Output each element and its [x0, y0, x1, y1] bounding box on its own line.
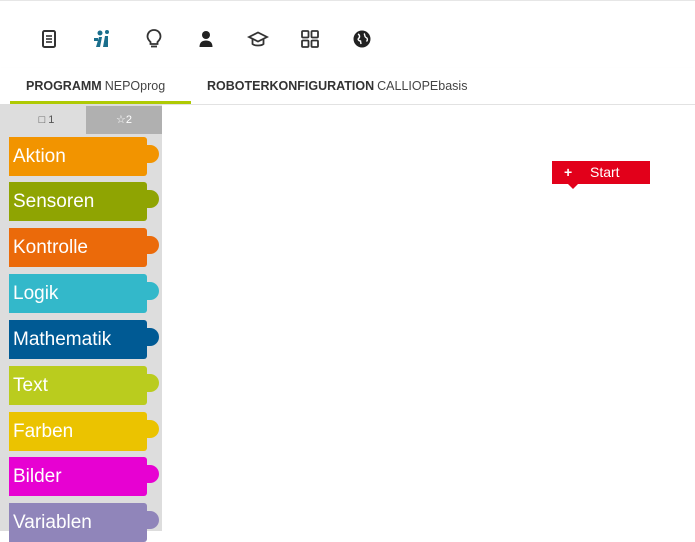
start-block[interactable]: + Start	[552, 161, 650, 189]
category-connector	[145, 190, 159, 208]
category-label: Farben	[13, 421, 74, 442]
toolbox-level-beginner[interactable]: □ 1	[8, 106, 85, 134]
add-icon[interactable]: +	[564, 161, 572, 184]
blockly-toolbox: □ 1 ☆2 Aktion Sensoren Kontrolle Logik Mathe…	[0, 104, 162, 542]
toolbox-level-tabs: □ 1 ☆2	[0, 104, 162, 134]
robot-icon[interactable]	[90, 27, 114, 51]
toolbox-level-2-label: 2	[125, 114, 132, 126]
start-block-label: Start	[590, 164, 620, 180]
category-connector	[145, 374, 159, 392]
program-icon[interactable]	[37, 27, 61, 51]
category-variablen[interactable]: Variablen	[9, 503, 159, 542]
category-logik[interactable]: Logik	[9, 274, 159, 313]
category-connector	[145, 328, 159, 346]
toolbox-level-1-label: 1	[48, 114, 55, 126]
main-menu-bar	[0, 0, 695, 69]
language-icon[interactable]	[350, 27, 374, 51]
help-icon[interactable]	[142, 27, 166, 51]
toolbox-level-expert[interactable]: ☆2	[86, 106, 162, 134]
category-connector	[145, 465, 159, 483]
category-kontrolle[interactable]: Kontrolle	[9, 228, 159, 267]
star-icon: ☆	[116, 114, 126, 126]
category-label: Text	[13, 375, 48, 396]
editor-tab-bar: PROGRAMM NEPOprog ROBOTERKONFIGURATION CAL…	[0, 68, 695, 105]
category-label: Variablen	[13, 512, 92, 533]
category-sensoren[interactable]: Sensoren	[9, 182, 159, 221]
category-label: Bilder	[13, 466, 62, 487]
tab-config-label: ROBOTERKONFIGURATION	[207, 79, 375, 93]
tab-program-name: NEPOprog	[104, 79, 166, 93]
category-connector	[145, 145, 159, 163]
category-connector	[145, 282, 159, 300]
tutorial-icon[interactable]	[298, 27, 322, 51]
category-label: Mathematik	[13, 329, 112, 350]
category-connector	[145, 236, 159, 254]
tab-program-label: PROGRAMM	[26, 79, 102, 93]
category-label: Kontrolle	[13, 237, 88, 258]
category-bilder[interactable]: Bilder	[9, 457, 159, 496]
category-farben[interactable]: Farben	[9, 412, 159, 451]
user-icon[interactable]	[194, 27, 218, 51]
tab-config-name: CALLIOPEbasis	[377, 79, 468, 93]
category-label: Logik	[13, 283, 59, 304]
block-connector	[568, 184, 578, 189]
category-connector	[145, 420, 159, 438]
category-mathematik[interactable]: Mathematik	[9, 320, 159, 359]
tab-robot-configuration[interactable]: ROBOTERKONFIGURATION CALLIOPEbasis	[207, 68, 467, 104]
tab-program[interactable]: PROGRAMM NEPOprog	[26, 68, 165, 104]
square-icon: □	[38, 114, 46, 126]
category-text[interactable]: Text	[9, 366, 159, 405]
category-label: Sensoren	[13, 191, 95, 212]
category-label: Aktion	[13, 146, 66, 167]
category-connector	[145, 511, 159, 529]
gallery-icon[interactable]	[246, 27, 270, 51]
category-aktion[interactable]: Aktion	[9, 137, 159, 176]
